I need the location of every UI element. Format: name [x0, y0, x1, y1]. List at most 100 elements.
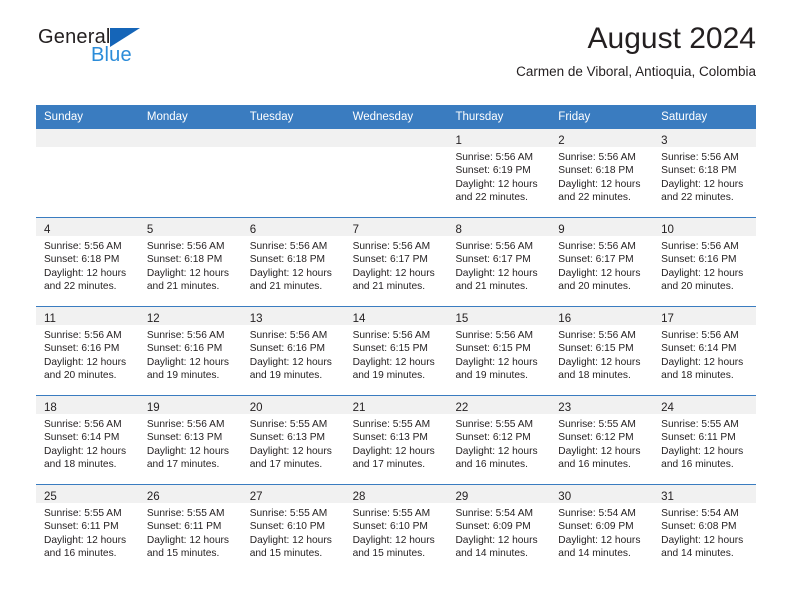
day-number-band: 5 — [138, 218, 242, 236]
daylight-text: Daylight: 12 hours — [249, 534, 332, 546]
sunrise-text: Sunrise: 5:56 AM — [44, 419, 122, 430]
day-number-band: 2 — [550, 129, 654, 147]
sunset-text: Sunset: 6:13 PM — [249, 432, 326, 444]
weekday-header-saturday: Saturday — [661, 111, 708, 123]
day-cell-empty — [36, 129, 139, 217]
day-details: Sunrise: 5:55 AM Sunset: 6:13 PM Daylight:… — [345, 414, 448, 472]
day-cell[interactable]: 22 Sunrise: 5:55 AM Sunset: 6:12 PM Dayligh… — [447, 396, 551, 484]
sunrise-text: Sunrise: 5:55 AM — [249, 419, 328, 430]
day-cell[interactable]: 20 Sunrise: 5:55 AM Sunset: 6:13 PM Dayligh… — [241, 396, 345, 484]
daylight-text: Daylight: 12 hours — [249, 267, 332, 279]
sunset-text: Sunset: 6:11 PM — [661, 432, 736, 444]
day-cell[interactable]: 19 Sunrise: 5:56 AM Sunset: 6:13 PM Dayligh… — [138, 396, 242, 484]
daylight-text-cont: and 22 minutes. — [44, 281, 117, 293]
day-cell[interactable]: 10 Sunrise: 5:56 AM Sunset: 6:16 PM Dayligh… — [653, 218, 757, 306]
daylight-text: Daylight: 12 hours — [352, 356, 435, 368]
day-cell[interactable]: 13 Sunrise: 5:56 AM Sunset: 6:16 PM Dayligh… — [241, 307, 345, 395]
day-cell[interactable]: 26 Sunrise: 5:55 AM Sunset: 6:11 PM Dayligh… — [138, 485, 242, 573]
day-number-band: 19 — [138, 396, 242, 414]
day-cell[interactable]: 27 Sunrise: 5:55 AM Sunset: 6:10 PM Dayligh… — [241, 485, 345, 573]
sunset-text: Sunset: 6:15 PM — [455, 343, 531, 355]
day-number: 20 — [249, 402, 263, 414]
daylight-text-cont: and 16 minutes. — [661, 459, 734, 471]
sunset-text: Sunset: 6:18 PM — [44, 254, 120, 266]
sunrise-text: Sunrise: 5:56 AM — [455, 152, 534, 163]
day-cell[interactable]: 4 Sunrise: 5:56 AM Sunset: 6:18 PM Daylight… — [36, 218, 139, 306]
day-cell[interactable]: 8 Sunrise: 5:56 AM Sunset: 6:17 PM Daylight… — [447, 218, 551, 306]
daylight-text: Daylight: 12 hours — [146, 445, 229, 457]
day-cell[interactable]: 25 Sunrise: 5:55 AM Sunset: 6:11 PM Dayligh… — [36, 485, 139, 573]
daylight-text: Daylight: 12 hours — [352, 534, 435, 546]
day-cell[interactable]: 11 Sunrise: 5:56 AM Sunset: 6:16 PM Dayligh… — [36, 307, 139, 395]
daylight-text-cont: and 21 minutes. — [249, 281, 323, 293]
calendar-week-row: 18 Sunrise: 5:56 AM Sunset: 6:14 PM Dayligh… — [36, 395, 757, 484]
day-cell[interactable]: 15 Sunrise: 5:56 AM Sunset: 6:15 PM Dayligh… — [447, 307, 551, 395]
day-cell[interactable]: 5 Sunrise: 5:56 AM Sunset: 6:18 PM Daylight… — [138, 218, 242, 306]
day-cell[interactable]: 29 Sunrise: 5:54 AM Sunset: 6:09 PM Dayligh… — [447, 485, 551, 573]
weekday-header-friday: Friday — [558, 111, 591, 123]
daylight-text-cont: and 21 minutes. — [352, 281, 426, 293]
calendar-weeks: 1 Sunrise: 5:56 AM Sunset: 6:19 PM Daylight… — [36, 129, 757, 573]
sunset-text: Sunset: 6:10 PM — [249, 521, 326, 533]
daylight-text-cont: and 22 minutes. — [558, 192, 631, 204]
sunrise-text: Sunrise: 5:56 AM — [249, 241, 328, 252]
day-number-band: 20 — [241, 396, 345, 414]
daylight-text: Daylight: 12 hours — [558, 445, 641, 457]
daylight-text: Daylight: 12 hours — [661, 534, 744, 546]
sunset-text: Sunset: 6:10 PM — [352, 521, 428, 533]
day-number-band: 17 — [653, 307, 757, 325]
day-cell[interactable]: 31 Sunrise: 5:54 AM Sunset: 6:08 PM Dayligh… — [653, 485, 757, 573]
day-cell[interactable]: 24 Sunrise: 5:55 AM Sunset: 6:11 PM Dayligh… — [653, 396, 757, 484]
day-cell[interactable]: 9 Sunrise: 5:56 AM Sunset: 6:17 PM Daylight… — [550, 218, 654, 306]
calendar-week-row: 4 Sunrise: 5:56 AM Sunset: 6:18 PM Daylight… — [36, 217, 757, 306]
daylight-text-cont: and 19 minutes. — [455, 370, 528, 382]
daylight-text-cont: and 15 minutes. — [352, 548, 426, 560]
sunset-text: Sunset: 6:12 PM — [455, 432, 531, 444]
day-number: 21 — [352, 402, 366, 414]
day-cell[interactable]: 23 Sunrise: 5:55 AM Sunset: 6:12 PM Dayligh… — [550, 396, 654, 484]
day-cell[interactable]: 14 Sunrise: 5:56 AM Sunset: 6:15 PM Dayligh… — [344, 307, 448, 395]
day-details: Sunrise: 5:56 AM Sunset: 6:15 PM Daylight:… — [345, 325, 448, 383]
day-number-band: 29 — [447, 485, 551, 503]
day-cell[interactable]: 1 Sunrise: 5:56 AM Sunset: 6:19 PM Daylight… — [447, 129, 551, 217]
day-number: 27 — [249, 491, 263, 503]
page-header: General Blue August 2024 Carmen de Vibor… — [36, 0, 756, 79]
day-cell[interactable]: 18 Sunrise: 5:56 AM Sunset: 6:14 PM Dayligh… — [36, 396, 139, 484]
daylight-text-cont: and 20 minutes. — [661, 281, 734, 293]
day-cell[interactable]: 12 Sunrise: 5:56 AM Sunset: 6:16 PM Dayligh… — [138, 307, 242, 395]
day-details: Sunrise: 5:56 AM Sunset: 6:17 PM Daylight:… — [345, 236, 448, 294]
sunrise-text: Sunrise: 5:56 AM — [661, 330, 739, 341]
daylight-text: Daylight: 12 hours — [352, 445, 435, 457]
day-cell[interactable]: 6 Sunrise: 5:56 AM Sunset: 6:18 PM Daylight… — [241, 218, 345, 306]
day-cell[interactable]: 17 Sunrise: 5:56 AM Sunset: 6:14 PM Dayligh… — [653, 307, 757, 395]
daylight-text-cont: and 14 minutes. — [455, 548, 528, 560]
day-details: Sunrise: 5:56 AM Sunset: 6:15 PM Daylight:… — [550, 325, 653, 383]
day-cell[interactable]: 21 Sunrise: 5:55 AM Sunset: 6:13 PM Dayligh… — [344, 396, 448, 484]
day-cell[interactable]: 7 Sunrise: 5:56 AM Sunset: 6:17 PM Daylight… — [344, 218, 448, 306]
sunrise-text: Sunrise: 5:56 AM — [44, 330, 122, 341]
day-cell[interactable]: 16 Sunrise: 5:56 AM Sunset: 6:15 PM Dayligh… — [550, 307, 654, 395]
sunrise-text: Sunrise: 5:56 AM — [249, 330, 328, 341]
daylight-text-cont: and 18 minutes. — [558, 370, 631, 382]
day-cell[interactable]: 2 Sunrise: 5:56 AM Sunset: 6:18 PM Daylight… — [550, 129, 654, 217]
day-number-band: 14 — [344, 307, 448, 325]
day-cell[interactable]: 3 Sunrise: 5:56 AM Sunset: 6:18 PM Daylight… — [653, 129, 757, 217]
daylight-text-cont: and 18 minutes. — [44, 459, 117, 471]
day-details: Sunrise: 5:56 AM Sunset: 6:18 PM Daylight:… — [653, 147, 756, 205]
day-number-band: 24 — [653, 396, 757, 414]
daylight-text-cont: and 20 minutes. — [44, 370, 117, 382]
day-cell[interactable]: 28 Sunrise: 5:55 AM Sunset: 6:10 PM Dayligh… — [344, 485, 448, 573]
weekday-header-sunday: Sunday — [44, 111, 84, 123]
daylight-text: Daylight: 12 hours — [44, 534, 127, 546]
day-cell[interactable]: 30 Sunrise: 5:54 AM Sunset: 6:09 PM Dayligh… — [550, 485, 654, 573]
day-number-band — [344, 129, 448, 147]
daylight-text: Daylight: 12 hours — [661, 356, 744, 368]
sunrise-text: Sunrise: 5:54 AM — [455, 508, 534, 519]
day-number: 18 — [44, 402, 57, 414]
brand-logo[interactable]: General Blue — [36, 26, 256, 72]
day-number: 2 — [558, 135, 565, 147]
day-details: Sunrise: 5:55 AM Sunset: 6:11 PM Daylight:… — [36, 503, 139, 561]
daylight-text-cont: and 16 minutes. — [558, 459, 631, 471]
day-number: 1 — [455, 135, 462, 147]
sunset-text: Sunset: 6:13 PM — [146, 432, 223, 444]
